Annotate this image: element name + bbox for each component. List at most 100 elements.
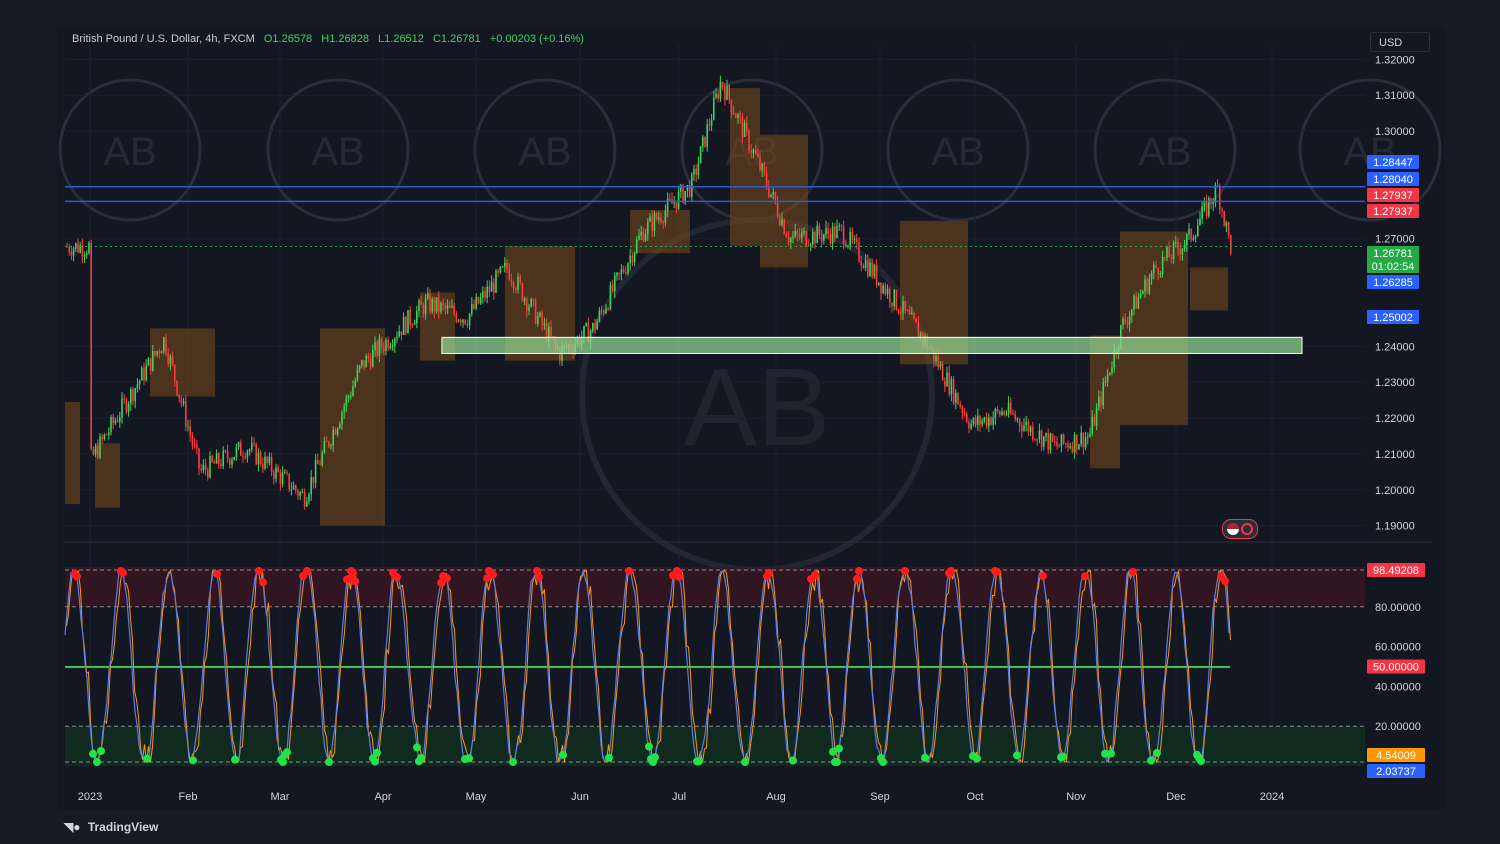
osc-signal-dot <box>231 755 239 764</box>
candle-body <box>400 331 403 335</box>
candle-body <box>664 210 667 223</box>
candle-body <box>490 282 493 292</box>
candle-body <box>706 124 708 147</box>
candle-body <box>374 342 376 351</box>
candle-body <box>1018 418 1021 426</box>
candle-body <box>1005 413 1008 415</box>
candle-body <box>185 401 187 427</box>
osc-signal-dot <box>947 566 955 575</box>
candle-body <box>411 324 414 326</box>
candle-body <box>1040 430 1043 447</box>
candle-body <box>341 412 343 424</box>
candle-body <box>435 297 438 312</box>
candle-body <box>541 312 543 326</box>
candle-body <box>719 82 722 99</box>
candle-body <box>891 302 893 307</box>
candle-body <box>537 316 539 324</box>
osc-signal-dot <box>393 573 401 582</box>
candle-body <box>1177 242 1179 250</box>
candle-body <box>273 472 275 479</box>
candle-body <box>783 219 785 234</box>
candle-body <box>735 114 737 119</box>
candle-body <box>682 185 684 203</box>
candle-body <box>686 184 689 192</box>
open-value: O1.26578 <box>263 33 313 45</box>
candle-body <box>1036 439 1038 441</box>
osc-signal-dot <box>559 750 567 759</box>
candle-body <box>1047 433 1049 450</box>
candle-body <box>171 356 174 365</box>
candle-body <box>653 213 656 232</box>
symbol-header: British Pound / U.S. Dollar, 4h, FXCM O1… <box>72 33 590 45</box>
candle-body <box>336 428 339 435</box>
candle-body <box>466 324 469 326</box>
candle-body <box>1126 322 1129 325</box>
osc-signal-dot <box>465 754 473 763</box>
currency-button[interactable]: USD <box>1370 32 1430 52</box>
osc-signal-dot <box>417 753 425 762</box>
candle-body <box>1007 402 1010 414</box>
candle-body <box>603 310 605 314</box>
candle-body <box>966 413 968 423</box>
candle-body <box>347 396 350 398</box>
event-flag-icon[interactable] <box>1222 519 1258 539</box>
candle-body <box>224 450 227 452</box>
candle-body <box>1175 242 1177 244</box>
candle-body <box>372 350 374 367</box>
candle-body <box>363 360 365 368</box>
date-tick-label: Sep <box>870 791 890 803</box>
candle-body <box>1181 248 1184 255</box>
candle-body <box>882 285 884 293</box>
candle-body <box>222 450 224 467</box>
candle-body <box>1076 434 1078 450</box>
candle-body <box>825 227 827 235</box>
candle-body <box>383 347 385 351</box>
price-tick-label: 1.21000 <box>1375 449 1415 461</box>
osc-signal-dot <box>509 758 517 767</box>
candle-body <box>1102 381 1104 406</box>
candle-body <box>1078 444 1080 450</box>
candle-body <box>1170 257 1173 259</box>
osc-signal-dot <box>695 757 703 766</box>
candle-body <box>504 262 506 267</box>
candle-body <box>1192 237 1195 240</box>
candle-body <box>204 464 207 471</box>
candle-body <box>1049 433 1052 450</box>
candle-body <box>189 426 191 436</box>
candle-body <box>519 276 521 284</box>
candle-body <box>618 272 620 274</box>
candle-body <box>917 322 920 338</box>
candle-body <box>332 429 334 446</box>
candle-body <box>1014 414 1016 420</box>
candle-body <box>741 116 744 137</box>
candle-body <box>279 472 282 485</box>
candle-body <box>114 420 117 424</box>
candle-body <box>391 346 394 348</box>
price-chart-svg[interactable]: ABABABABABABABAB 1.320001.310001.300001.… <box>0 0 1500 844</box>
candle-body <box>627 263 629 274</box>
candle-body <box>983 417 986 421</box>
osc-signal-dot <box>853 574 861 583</box>
candle-body <box>1179 249 1181 255</box>
candle-body <box>691 174 693 197</box>
candle-body <box>746 122 748 131</box>
candle-body <box>330 445 332 447</box>
candle-body <box>1197 225 1199 237</box>
osc-signal-dot <box>255 566 263 575</box>
candle-body <box>105 434 108 436</box>
osc-signal-dot <box>279 758 287 767</box>
candle-body <box>154 351 156 355</box>
oscillator-pane[interactable] <box>64 566 1365 767</box>
candle-body <box>477 297 480 304</box>
candle-body <box>539 312 541 317</box>
osc-signal-dot <box>325 758 333 767</box>
candle-body <box>1164 256 1166 259</box>
candle-body <box>143 367 145 381</box>
candle-body <box>1089 433 1091 437</box>
tradingview-logo[interactable]: ◥● TradingView <box>64 820 158 834</box>
candle-body <box>1144 279 1146 292</box>
candle-body <box>86 253 88 255</box>
candle-body <box>1186 234 1188 246</box>
candle-body <box>662 221 664 223</box>
change-value: +0.00203 (+0.16%) <box>489 33 584 45</box>
